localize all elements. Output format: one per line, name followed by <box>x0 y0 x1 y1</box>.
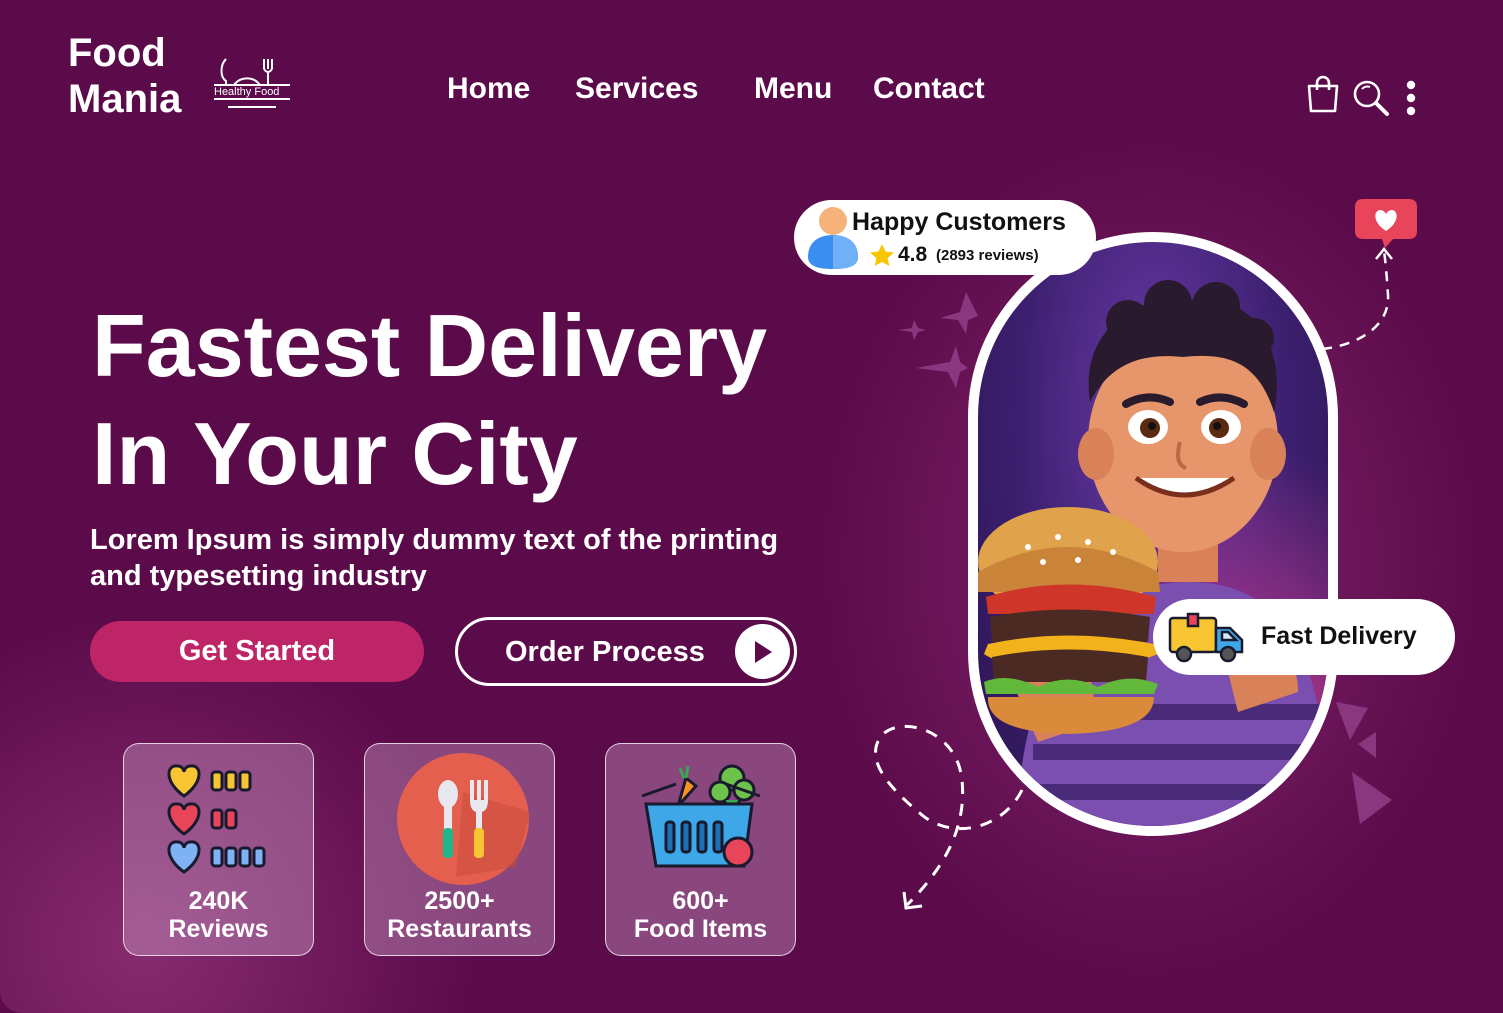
stat-card-food-items: 600+ Food Items <box>605 743 796 956</box>
grocery-basket-icon <box>641 764 761 868</box>
stat-value: 600+ <box>672 887 729 915</box>
sparkle-decoration <box>898 292 978 388</box>
nav-menu[interactable]: Menu <box>754 72 832 106</box>
happy-customers-title: Happy Customers <box>852 208 1066 236</box>
hero-title-line2: In Your City <box>92 404 578 503</box>
fast-delivery-title: Fast Delivery <box>1261 622 1417 650</box>
burger-character-illustration <box>978 242 1328 826</box>
stat-caption: Restaurants <box>387 915 532 943</box>
stat-caption: Food Items <box>633 915 768 943</box>
plate-cutlery-icon <box>214 58 290 108</box>
reviews-count: (2893 reviews) <box>936 247 1039 264</box>
brand-name-line2: Mania <box>68 77 182 121</box>
stat-card-reviews: 240K Reviews <box>123 743 314 956</box>
rating-value: 4.8 <box>898 243 928 266</box>
more-vertical-icon[interactable] <box>1403 80 1419 118</box>
nav-services[interactable]: Services <box>575 72 698 106</box>
hearts-rating-icon <box>167 764 266 874</box>
nav-home[interactable]: Home <box>447 72 530 106</box>
hero-subtitle: Lorem Ipsum is simply dummy text of the … <box>90 524 779 592</box>
triangle-decoration <box>1336 702 1392 824</box>
play-icon <box>735 624 790 679</box>
hero-title-line1: Fastest Delivery <box>92 296 768 395</box>
brand-tagline: Healthy Food <box>214 86 280 98</box>
search-icon[interactable] <box>1352 79 1390 117</box>
spoon-fork-icon <box>397 753 530 885</box>
brand-name-line1: Food <box>68 31 166 75</box>
stat-value: 2500+ <box>424 887 495 915</box>
stat-value: 240K <box>188 887 249 915</box>
shopping-bag-icon[interactable] <box>1306 74 1340 114</box>
order-process-button[interactable]: Order Process <box>455 617 797 686</box>
stat-caption: Reviews <box>168 915 269 943</box>
hero-character-image <box>968 232 1338 836</box>
get-started-button[interactable]: Get Started <box>90 621 424 682</box>
dashed-line-decoration <box>1321 246 1393 351</box>
nav-contact[interactable]: Contact <box>873 72 985 106</box>
delivery-truck-icon <box>1168 612 1244 663</box>
order-process-label: Order Process <box>505 636 705 668</box>
stat-card-restaurants: 2500+ Restaurants <box>364 743 555 956</box>
landing-page: Food Mania Healthy Food Home Services Me… <box>0 0 1503 1013</box>
star-icon <box>870 244 894 266</box>
brand-logo[interactable]: Food Mania <box>68 30 181 122</box>
heart-like-icon[interactable] <box>1355 199 1417 249</box>
hero-title: Fastest Delivery In Your City <box>92 292 767 508</box>
